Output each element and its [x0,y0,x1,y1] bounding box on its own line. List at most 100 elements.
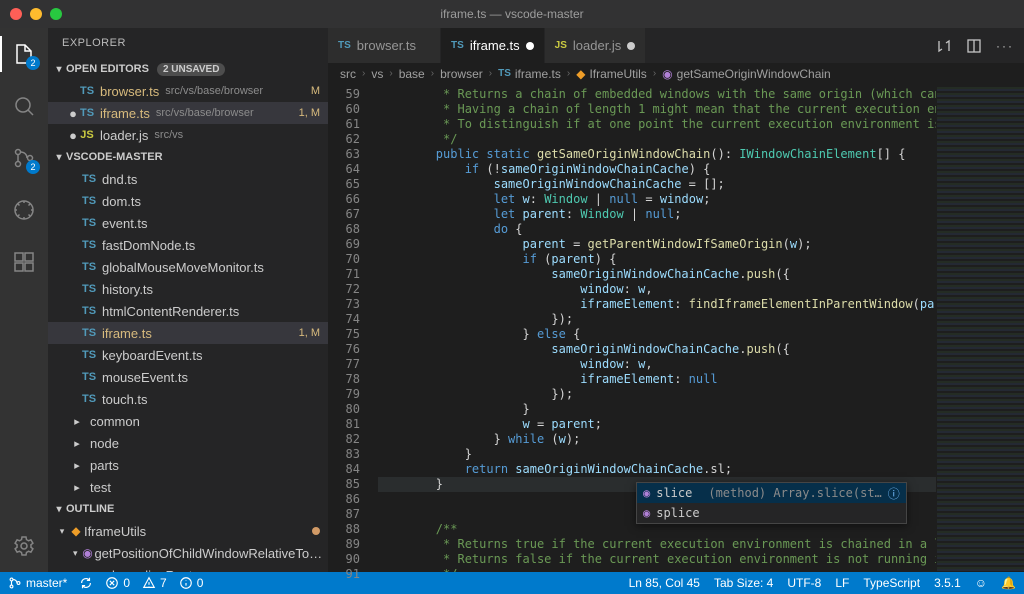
file-icon: TS [338,40,351,51]
chevron-right-icon: › [565,68,572,79]
status-errors[interactable]: 0 [105,576,130,590]
compare-changes-icon[interactable] [936,38,952,54]
editor-tab[interactable]: JSloader.js [545,28,647,63]
file-icon: JS [555,40,567,51]
window-title: iframe.ts — vscode-master [0,7,1024,21]
project-header[interactable]: ▾ VSCODE-MASTER [48,146,328,168]
status-tabsize[interactable]: Tab Size: 4 [714,576,773,590]
sidebar-title: EXPLORER [48,28,328,58]
chevron-right-icon: › [360,68,367,79]
activity-scm-icon[interactable]: 2 [0,140,48,176]
status-language[interactable]: TypeScript [863,576,920,590]
chevron-down-icon: ▾ [52,64,66,75]
status-encoding[interactable]: UTF-8 [787,576,821,590]
chevron-down-icon: ▾ [70,548,80,559]
breadcrumbs[interactable]: src›vs›base›browser›TS iframe.ts›◆ Ifram… [328,63,1024,85]
activity-settings-icon[interactable] [0,528,48,564]
breadcrumb-item[interactable]: browser [440,67,483,81]
outline-item[interactable]: ▾◉getPositionOfChildWindowRelativeToAnce… [48,542,328,564]
file-tree-item[interactable]: TSmouseEvent.ts [48,366,328,388]
open-editor-item[interactable]: ●JSloader.jssrc/vs [48,124,328,146]
editor-tab[interactable]: TSbrowser.ts [328,28,441,63]
breadcrumb-item[interactable]: ◉ getSameOriginWindowChain [662,67,831,81]
file-tree-item[interactable]: TSdom.ts [48,190,328,212]
outline-item[interactable]: ▾◆IframeUtils [48,520,328,542]
file-icon: TS [80,393,98,405]
minimap[interactable] [936,85,1024,572]
chevron-right-icon: › [487,68,494,79]
file-tree-item[interactable]: TSevent.ts [48,212,328,234]
split-editor-icon[interactable] [966,38,982,54]
project-label: VSCODE-MASTER [66,151,163,163]
open-editors-header[interactable]: ▾ OPEN EDITORS 2 UNSAVED [48,58,328,80]
symbol-icon: ◉ [662,67,672,81]
chevron-right-icon: ▸ [68,415,86,428]
line-gutter: 59 60 61 62 63 64 65 66 67 68 69 70 71 7… [328,85,378,572]
folder-tree-item[interactable]: ▸node [48,432,328,454]
activity-extensions-icon[interactable] [0,244,48,280]
file-icon: TS [80,217,98,229]
status-cursor[interactable]: Ln 85, Col 45 [629,576,700,590]
chevron-down-icon: ▾ [56,526,68,537]
file-icon: TS [78,85,96,97]
folder-tree-item[interactable]: ▸test [48,476,328,498]
file-tree-item[interactable]: TSglobalMouseMoveMonitor.ts [48,256,328,278]
file-icon: TS [80,349,98,361]
suggestion-item[interactable]: ◉slice(method) Array.slice(st…ⓘ [637,483,906,503]
file-tree-item[interactable]: TShtmlContentRenderer.ts [48,300,328,322]
editor-tab[interactable]: TSiframe.ts [441,28,545,63]
scm-badge: 2 [26,160,40,174]
activity-bar: 2 2 [0,28,48,572]
activity-debug-icon[interactable] [0,192,48,228]
file-icon: TS [80,195,98,207]
file-icon: JS [78,129,96,141]
explorer-sidebar: EXPLORER ▾ OPEN EDITORS 2 UNSAVED TSbrow… [48,28,328,572]
explorer-badge: 2 [26,56,40,70]
breadcrumb-item[interactable]: base [399,67,425,81]
status-bell-icon[interactable]: 🔔 [1001,576,1016,590]
intellisense-popup[interactable]: ◉slice(method) Array.slice(st…ⓘ◉splice [636,482,907,524]
chevron-right-icon: › [429,68,436,79]
suggestion-item[interactable]: ◉splice [637,503,906,523]
chevron-right-icon: ▸ [68,481,86,494]
outline-item[interactable]: ▪boundingRect [48,564,328,572]
file-icon: TS [80,305,98,317]
activity-explorer-icon[interactable]: 2 [0,36,48,72]
outline-header[interactable]: ▾ OUTLINE [48,498,328,520]
file-tree-item[interactable]: TSdnd.ts [48,168,328,190]
folder-tree-item[interactable]: ▸common [48,410,328,432]
file-tree-item[interactable]: TSiframe.ts1, M [48,322,328,344]
file-tree-item[interactable]: TSfastDomNode.ts [48,234,328,256]
status-sync[interactable] [79,576,93,590]
file-icon: TS [451,40,464,51]
file-tree-item[interactable]: TStouch.ts [48,388,328,410]
activity-search-icon[interactable] [0,88,48,124]
window-minimize-button[interactable] [30,8,42,20]
file-icon: TS [80,173,98,185]
breadcrumb-item[interactable]: ◆ IframeUtils [576,67,647,81]
status-feedback-icon[interactable]: ☺ [975,576,987,590]
status-info[interactable]: 0 [179,576,204,590]
breadcrumb-item[interactable]: src [340,67,356,81]
status-eol[interactable]: LF [835,576,849,590]
window-maximize-button[interactable] [50,8,62,20]
folder-tree-item[interactable]: ▸parts [48,454,328,476]
outline-label: OUTLINE [66,503,114,515]
outline-marker [312,527,320,535]
open-editor-item[interactable]: TSbrowser.tssrc/vs/base/browserM [48,80,328,102]
chevron-right-icon: ▸ [68,459,86,472]
symbol-icon: ◉ [643,486,650,500]
breadcrumb-item[interactable]: TS iframe.ts [498,67,561,81]
file-tree-item[interactable]: TShistory.ts [48,278,328,300]
status-ts-version[interactable]: 3.5.1 [934,576,961,590]
dirty-indicator [627,42,635,50]
open-editor-item[interactable]: ●TSiframe.tssrc/vs/base/browser1, M [48,102,328,124]
status-warnings[interactable]: 7 [142,576,167,590]
file-tree-item[interactable]: TSkeyboardEvent.ts [48,344,328,366]
window-close-button[interactable] [10,8,22,20]
status-branch[interactable]: master* [8,576,67,590]
breadcrumb-item[interactable]: vs [371,67,383,81]
info-icon[interactable]: ⓘ [888,485,900,502]
status-bar: master* 0 7 0 Ln 85, Col 45 Tab Size: 4 … [0,572,1024,594]
more-actions-icon[interactable]: ··· [996,39,1014,53]
